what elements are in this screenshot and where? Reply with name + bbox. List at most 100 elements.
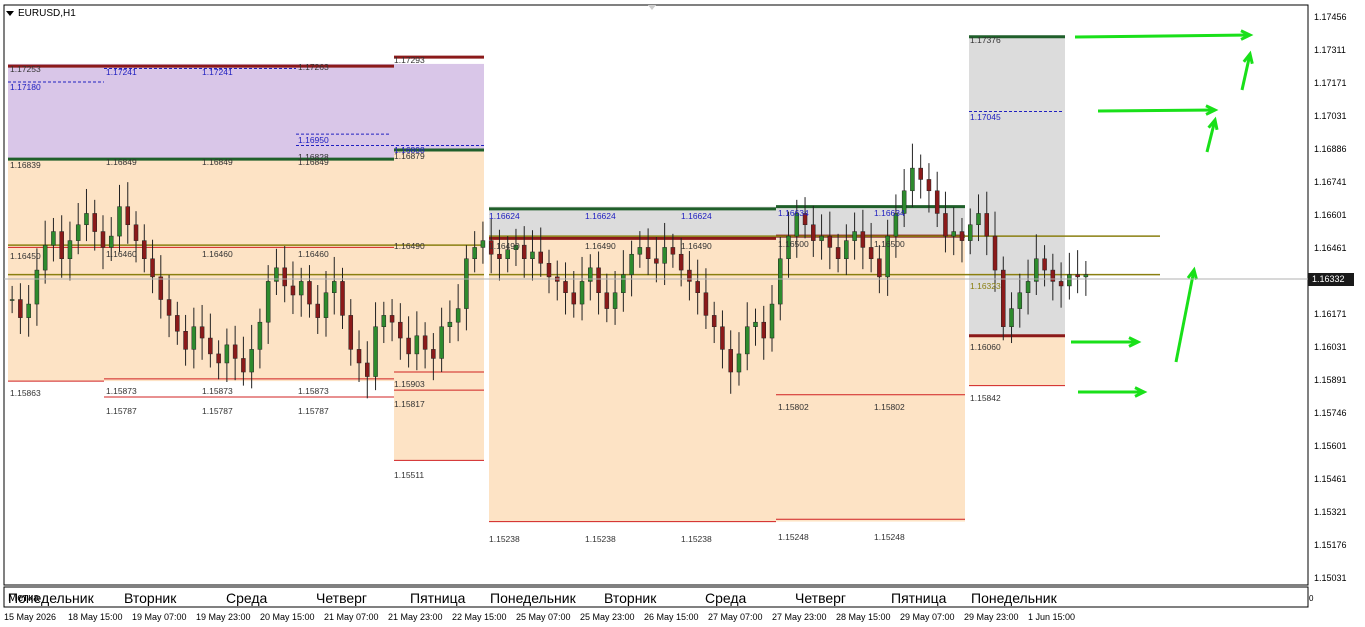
level-price-label: 1.17376 bbox=[970, 35, 1001, 45]
time-tick-label: 27 May 23:00 bbox=[772, 612, 827, 622]
candle-body bbox=[778, 258, 783, 305]
candle-body bbox=[257, 321, 263, 350]
price-tick-label: 1.17031 bbox=[1314, 111, 1347, 121]
candle-body bbox=[984, 213, 990, 237]
candle-body bbox=[414, 335, 420, 355]
price-tick-label: 1.15461 bbox=[1314, 474, 1347, 484]
level-price-label: 1.16450 bbox=[10, 251, 41, 261]
candle-body bbox=[84, 213, 89, 226]
candle-body bbox=[711, 315, 717, 327]
candle-body bbox=[249, 349, 254, 373]
candle-body bbox=[398, 321, 403, 339]
candle-body bbox=[852, 231, 857, 241]
peach-zone-week1 bbox=[8, 159, 394, 382]
chevron-down-icon[interactable] bbox=[6, 10, 14, 16]
level-price-label: 1.17045 bbox=[970, 112, 1001, 122]
candle-body bbox=[422, 335, 428, 350]
candle-body bbox=[117, 206, 122, 237]
time-tick-label: 19 May 07:00 bbox=[132, 612, 187, 622]
price-tick-label: 1.16886 bbox=[1314, 144, 1347, 154]
candle-body bbox=[868, 247, 874, 259]
candle-body bbox=[18, 299, 23, 318]
day-label: Пятница bbox=[410, 590, 466, 606]
time-tick-label: 20 May 15:00 bbox=[260, 612, 315, 622]
candle-body bbox=[307, 281, 312, 305]
axis-zero-label: 0 bbox=[1309, 594, 1314, 603]
candle-body bbox=[943, 213, 948, 237]
candle-body bbox=[92, 213, 97, 232]
level-price-label: 1.16490 bbox=[681, 241, 712, 251]
level-price-label: 1.15248 bbox=[778, 532, 809, 542]
candle-body bbox=[621, 274, 626, 293]
candle-body bbox=[224, 344, 230, 364]
level-price-label: 1.15787 bbox=[202, 406, 233, 416]
candle-body bbox=[654, 258, 659, 264]
level-price-label: 1.15842 bbox=[970, 393, 1001, 403]
level-price-label: 1.15873 bbox=[202, 386, 233, 396]
candle-body bbox=[1034, 258, 1039, 282]
price-tick-label: 1.15746 bbox=[1314, 408, 1347, 418]
candle-body bbox=[910, 167, 915, 192]
level-price-label: 1.17241 bbox=[202, 67, 233, 77]
candle-body bbox=[381, 315, 387, 327]
candle-body bbox=[108, 235, 114, 248]
time-tick-label: 25 May 07:00 bbox=[516, 612, 571, 622]
candle-body bbox=[389, 315, 395, 323]
candle-body bbox=[877, 258, 882, 278]
time-tick-label: 29 May 23:00 bbox=[964, 612, 1019, 622]
level-price-label: 1.17253 bbox=[10, 64, 41, 74]
candle-body bbox=[976, 213, 981, 226]
candle-body bbox=[348, 315, 354, 350]
time-tick-label: 19 May 23:00 bbox=[196, 612, 251, 622]
level-price-label: 1.16950 bbox=[298, 135, 329, 145]
current-price-badge: 1.16332 bbox=[1308, 273, 1354, 286]
level-price-label: 1.16634 bbox=[778, 208, 809, 218]
candle-body bbox=[175, 315, 180, 332]
level-price-label: 1.16500 bbox=[778, 239, 809, 249]
price-chart[interactable] bbox=[0, 0, 1365, 627]
candle-body bbox=[497, 253, 502, 259]
time-tick-label: 22 May 15:00 bbox=[452, 612, 507, 622]
level-price-label: 1.15802 bbox=[778, 402, 809, 412]
candle-body bbox=[241, 358, 246, 373]
candle-body bbox=[282, 267, 287, 287]
time-tick-label: 28 May 15:00 bbox=[836, 612, 891, 622]
candle-body bbox=[744, 326, 750, 355]
level-price-label: 1.15238 bbox=[585, 534, 616, 544]
candle-body bbox=[703, 292, 709, 316]
price-tick-label: 1.15601 bbox=[1314, 441, 1347, 451]
candle-body bbox=[563, 281, 568, 293]
level-price-label: 1.15873 bbox=[298, 386, 329, 396]
level-price-label: 1.15238 bbox=[681, 534, 712, 544]
candle-body bbox=[753, 321, 758, 327]
candle-body bbox=[811, 224, 816, 241]
day-label: Среда bbox=[226, 590, 268, 606]
level-price-label: 1.17241 bbox=[106, 67, 137, 77]
candle-body bbox=[265, 281, 271, 323]
level-price-label: 1.16808 bbox=[394, 145, 425, 155]
candle-body bbox=[356, 349, 362, 364]
price-tick-label: 1.15031 bbox=[1314, 573, 1347, 583]
candle-body bbox=[645, 247, 651, 259]
price-tick-label: 1.16601 bbox=[1314, 210, 1347, 220]
candle-body bbox=[637, 247, 643, 255]
candle-body bbox=[447, 321, 453, 327]
time-tick-label: 25 May 23:00 bbox=[580, 612, 635, 622]
level-price-label: 1.16634 bbox=[874, 208, 905, 218]
candle-body bbox=[208, 337, 213, 355]
price-tick-label: 1.16461 bbox=[1314, 243, 1347, 253]
candle-body bbox=[125, 206, 131, 226]
price-tick-label: 1.17311 bbox=[1314, 45, 1346, 55]
level-price-label: 1.15248 bbox=[874, 532, 905, 542]
level-price-label: 1.15238 bbox=[489, 534, 520, 544]
candle-body bbox=[9, 299, 15, 301]
candle-body bbox=[100, 231, 106, 248]
candle-body bbox=[596, 267, 601, 293]
candle-body bbox=[827, 235, 833, 248]
chart-title: EURUSD,H1 bbox=[6, 8, 76, 19]
candle-body bbox=[1058, 281, 1064, 287]
candle-body bbox=[992, 235, 998, 271]
candle-body bbox=[695, 281, 700, 293]
candle-body bbox=[835, 247, 841, 259]
candle-body bbox=[769, 303, 775, 339]
